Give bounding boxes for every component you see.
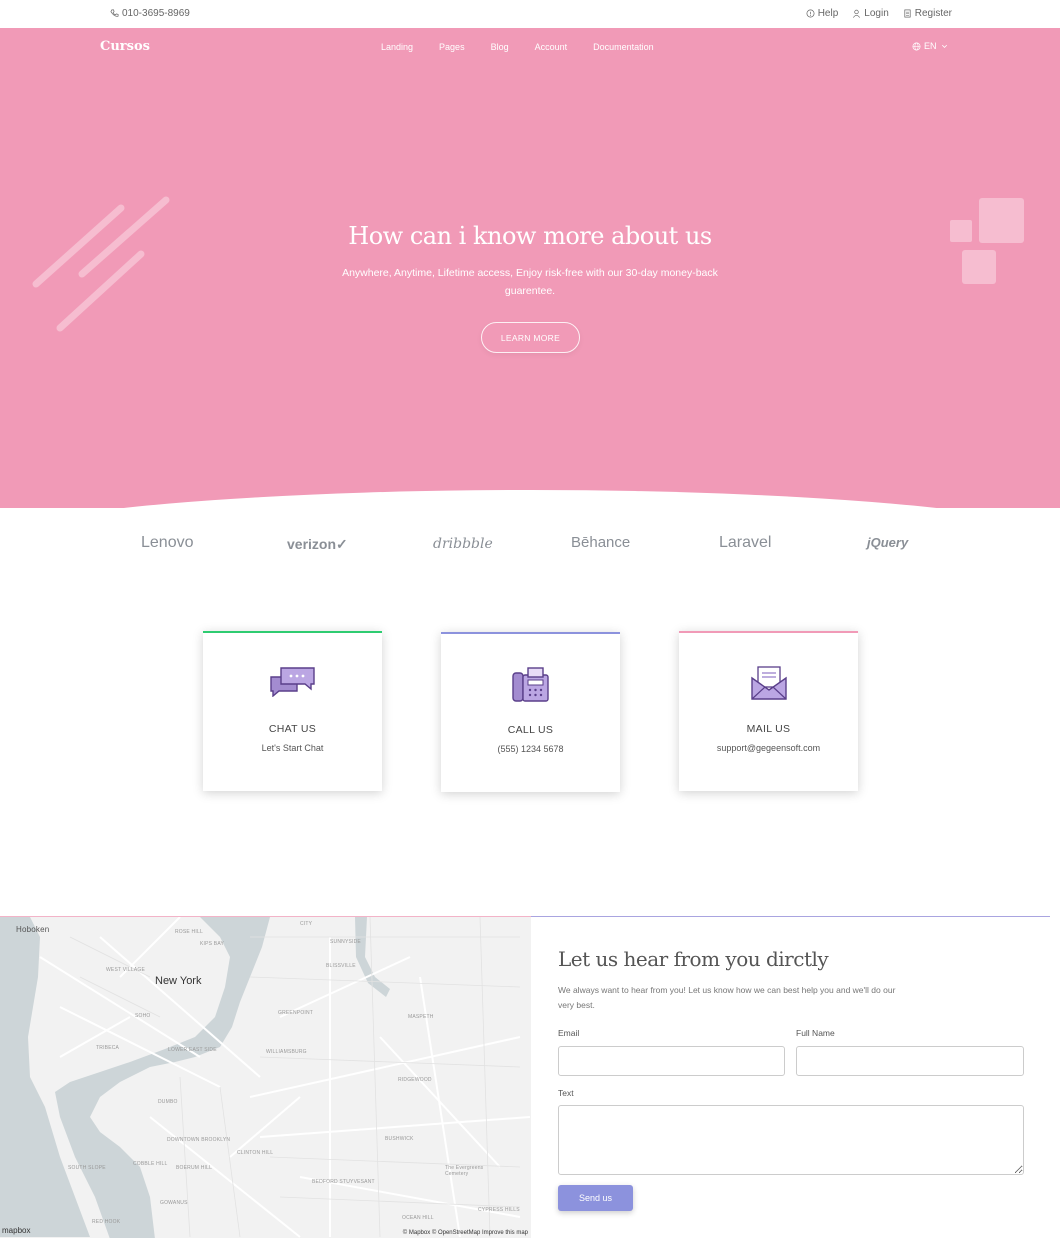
- map-label: SOUTH SLOPE: [68, 1165, 106, 1171]
- map-label: CYPRESS HILLS: [478, 1207, 520, 1213]
- contact-card-chat[interactable]: CHAT US Let's Start Chat: [203, 631, 382, 791]
- map-label: CLINTON HILL: [237, 1150, 274, 1156]
- partner-logos: Lenovo verizon✓ dribbble Bēhance Laravel…: [0, 530, 1060, 560]
- send-button[interactable]: Send us: [558, 1185, 633, 1211]
- nav-item-blog[interactable]: Blog: [491, 42, 509, 52]
- logo-behance: Bēhance: [571, 534, 631, 551]
- phone-number: 010-3695-8969: [122, 8, 190, 19]
- contact-card-call[interactable]: CALL US (555) 1234 5678: [441, 632, 620, 792]
- nav-menu: Landing Pages Blog Account Documentation: [381, 42, 680, 52]
- map-label: SOHO: [135, 1013, 151, 1019]
- globe-icon: [912, 42, 921, 50]
- register-label: Register: [914, 8, 952, 19]
- map-label: TRIBECA: [96, 1045, 120, 1051]
- map-label: GOWANUS: [160, 1200, 188, 1206]
- card-title: MAIL US: [746, 723, 791, 735]
- card-title: CHAT US: [268, 723, 317, 735]
- map-attribution[interactable]: © Mapbox © OpenStreetMap Improve this ma…: [403, 1230, 528, 1236]
- full-name-label: Full Name: [796, 1028, 835, 1038]
- map-label: GREENPOINT: [278, 1010, 314, 1016]
- form-title: Let us hear from you dirctly: [558, 947, 829, 971]
- contact-form-section: Let us hear from you dirctly We always w…: [531, 916, 1050, 1238]
- map-label: MASPETH: [408, 1014, 434, 1020]
- phone-icon: [110, 9, 119, 17]
- nav-item-pages[interactable]: Pages: [439, 42, 465, 52]
- logo-verizon: verizon✓: [287, 536, 348, 552]
- map-label: KIPS BAY: [200, 941, 225, 947]
- card-text: Let's Start Chat: [261, 743, 324, 753]
- map-label: CITY: [300, 921, 313, 927]
- map-label: WEST VILLAGE: [106, 967, 145, 973]
- user-icon: [853, 9, 861, 18]
- nav-item-account[interactable]: Account: [535, 42, 568, 52]
- chevron-down-icon: [941, 44, 947, 48]
- logo-laravel: Laravel: [719, 534, 772, 551]
- envelope-icon: [750, 666, 787, 700]
- brand-logo[interactable]: Cursos: [100, 39, 150, 54]
- map-label: DOWNTOWN BROOKLYN: [167, 1137, 231, 1143]
- decorative-lines: [32, 196, 170, 332]
- map-label: LOWER EAST SIDE: [168, 1047, 217, 1053]
- text-label: Text: [558, 1088, 574, 1098]
- card-text: (555) 1234 5678: [497, 744, 564, 754]
- full-name-field[interactable]: [796, 1046, 1024, 1076]
- nav-item-documentation[interactable]: Documentation: [593, 42, 654, 52]
- map-city-label: New York: [155, 975, 202, 987]
- document-icon: [904, 9, 911, 18]
- logo-lenovo: Lenovo: [141, 534, 194, 551]
- map-label: DUMBO: [158, 1099, 178, 1105]
- top-bar: 010-3695-8969 Help Login Register: [0, 0, 1060, 28]
- help-link[interactable]: Help: [806, 8, 839, 19]
- form-intro: We always want to hear from you! Let us …: [558, 985, 896, 1010]
- map-label: BUSHWICK: [385, 1136, 414, 1142]
- hero-title: How can i know more about us: [348, 222, 712, 250]
- map-label: Hoboken: [16, 925, 50, 934]
- location-map[interactable]: Hoboken ROSE HILL KIPS BAY WEST VILLAGE …: [0, 916, 531, 1238]
- map-label: BOERUM HILL: [176, 1165, 213, 1171]
- login-label: Login: [864, 8, 889, 19]
- nav-item-landing[interactable]: Landing: [381, 42, 413, 52]
- email-label: Email: [558, 1028, 580, 1038]
- register-link[interactable]: Register: [903, 8, 952, 19]
- card-text: support@gegeensoft.com: [716, 743, 821, 753]
- map-label: RED HOOK: [92, 1219, 121, 1225]
- map-canvas: [0, 917, 531, 1238]
- map-label: COBBLE HILL: [133, 1161, 168, 1167]
- hero-section: Cursos Landing Pages Blog Account Docume…: [0, 28, 1060, 508]
- language-label: EN: [924, 41, 937, 51]
- logo-jquery: jQuery: [867, 535, 909, 550]
- card-title: CALL US: [507, 724, 554, 736]
- fax-phone-icon: [511, 667, 549, 702]
- map-label: ROSE HILL: [175, 929, 203, 935]
- map-label: OCEAN HILL: [402, 1215, 434, 1221]
- info-circle-icon: [806, 9, 815, 18]
- map-label: BEDFORD STUYVESANT: [312, 1179, 375, 1185]
- login-link[interactable]: Login: [852, 8, 889, 19]
- language-selector[interactable]: EN: [912, 41, 949, 51]
- help-label: Help: [817, 8, 839, 19]
- map-label: WILLIAMSBURG: [266, 1049, 307, 1055]
- map-label: BLISSVILLE: [326, 963, 356, 969]
- map-label: SUNNYSIDE: [330, 939, 361, 945]
- contact-card-mail[interactable]: MAIL US support@gegeensoft.com: [679, 631, 858, 791]
- hero-subtitle: Anywhere, Anytime, Lifetime access, Enjo…: [342, 267, 718, 297]
- message-textarea[interactable]: [558, 1105, 1024, 1175]
- learn-more-button[interactable]: LEARN MORE: [481, 322, 580, 353]
- email-field[interactable]: [558, 1046, 785, 1076]
- logo-dribbble: dribbble: [433, 536, 493, 552]
- map-label: The Evergreens Cemetery: [445, 1165, 484, 1177]
- chat-bubbles-icon: [269, 667, 315, 697]
- main-nav: Cursos Landing Pages Blog Account Docume…: [0, 28, 1060, 64]
- map-label: RIDGEWOOD: [398, 1077, 432, 1083]
- mapbox-logo[interactable]: mapbox: [2, 1226, 30, 1235]
- phone-contact[interactable]: 010-3695-8969: [110, 8, 190, 19]
